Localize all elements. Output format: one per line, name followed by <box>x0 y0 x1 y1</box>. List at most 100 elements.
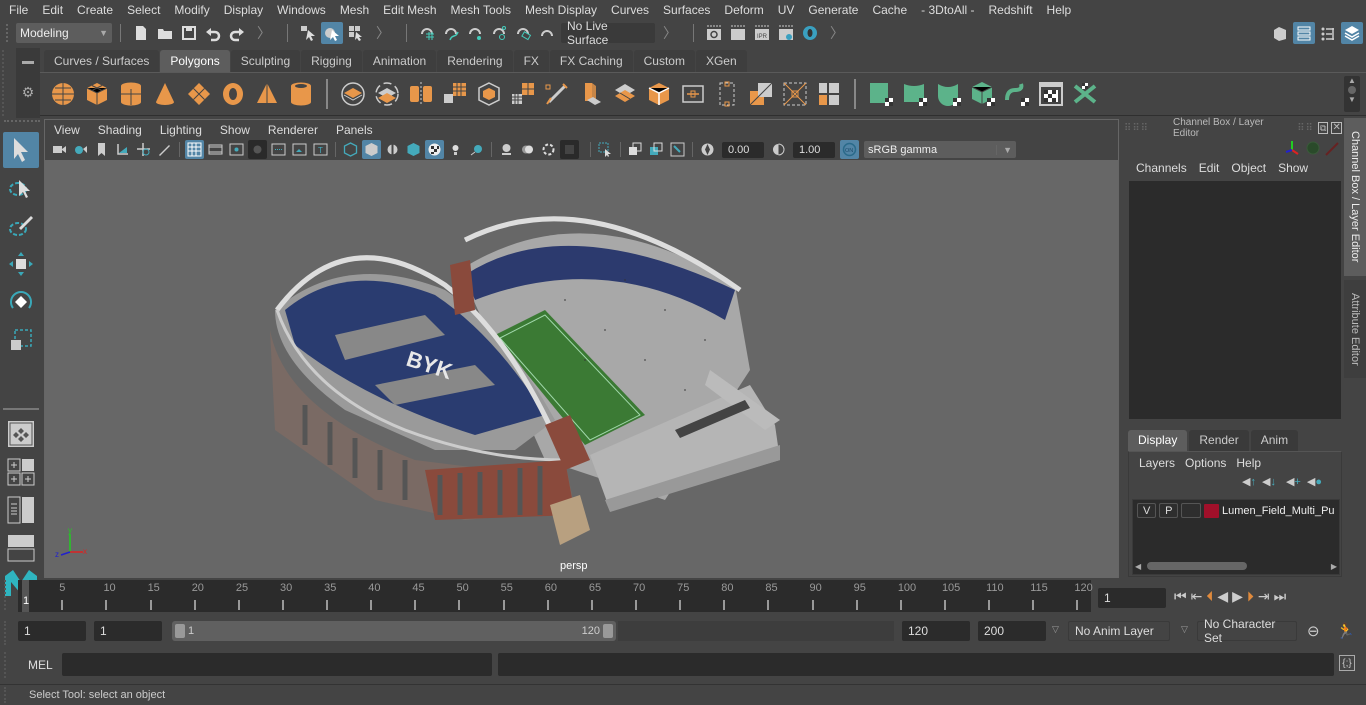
layer-tab-render[interactable]: Render <box>1189 430 1249 451</box>
film-gate-icon[interactable] <box>206 140 225 159</box>
layer-visibility-toggle[interactable]: V <box>1137 503 1157 518</box>
spherical-uv-icon[interactable] <box>1070 78 1100 110</box>
viewport-menu-lighting[interactable]: Lighting <box>151 123 211 137</box>
cylindrical-uv-icon[interactable] <box>1036 78 1066 110</box>
shelf-tab-fx-caching[interactable]: FX Caching <box>549 50 633 72</box>
menu-edit-mesh[interactable]: Edit Mesh <box>376 0 443 20</box>
viewport-3d-scene[interactable]: BYK y x z persp <box>45 160 1118 578</box>
shelf-scroll[interactable]: ▲ ▼ <box>1344 76 1360 112</box>
toolbox-grip[interactable] <box>4 120 40 126</box>
channel-box-toggle-icon[interactable] <box>1341 22 1363 44</box>
outliner-persp-layout[interactable] <box>3 492 39 528</box>
shelf-grip[interactable] <box>2 50 12 116</box>
playback-end-field[interactable]: 120 <box>902 621 970 641</box>
shadows-icon[interactable] <box>467 140 486 159</box>
play-forward-icon[interactable]: ▶ <box>1232 588 1243 605</box>
range-grip[interactable] <box>4 621 14 645</box>
scroll-left-icon[interactable]: ◀ <box>1135 562 1141 571</box>
select-hierarchy-icon[interactable] <box>297 22 319 44</box>
menu-display[interactable]: Display <box>217 0 270 20</box>
side-tab-attribute-editor[interactable]: Attribute Editor <box>1344 280 1366 378</box>
gamma-field[interactable]: 1.00 <box>793 141 835 158</box>
viewport-menu-renderer[interactable]: Renderer <box>259 123 327 137</box>
stadium-model[interactable]: BYK <box>45 160 1118 578</box>
viewport-menu-panels[interactable]: Panels <box>327 123 382 137</box>
menu-uv[interactable]: UV <box>771 0 802 20</box>
anim-layer-dropdown[interactable]: No Anim Layer <box>1068 621 1170 641</box>
current-frame-field[interactable]: 1 <box>1098 588 1166 608</box>
color-space-dropdown[interactable]: sRGB gamma ▼ <box>864 141 1016 158</box>
animation-end-field[interactable]: 200 <box>978 621 1046 641</box>
wireframe-icon[interactable] <box>341 140 360 159</box>
channel-box-menu-show[interactable]: Show <box>1272 161 1314 175</box>
step-back-key-icon[interactable]: ⇤ <box>1191 588 1203 605</box>
exposure-icon[interactable] <box>698 140 717 159</box>
quadrangulate-icon[interactable] <box>934 78 964 110</box>
timeline-grip[interactable] <box>4 580 14 610</box>
shelf-tab-rendering[interactable]: Rendering <box>437 50 513 72</box>
separate-icon[interactable] <box>372 78 402 110</box>
select-component-icon[interactable] <box>345 22 367 44</box>
select-object-icon[interactable] <box>321 22 343 44</box>
menu-windows[interactable]: Windows <box>270 0 333 20</box>
poly-cone-icon[interactable] <box>150 78 180 110</box>
shelf-tab-fx[interactable]: FX <box>513 50 549 72</box>
shelf-tab-sculpting[interactable]: Sculpting <box>230 50 301 72</box>
smooth-icon[interactable] <box>440 78 470 110</box>
move-tool[interactable] <box>3 246 39 282</box>
menu-surfaces[interactable]: Surfaces <box>656 0 717 20</box>
live-surface-field[interactable]: No Live Surface <box>561 19 655 47</box>
gamma-icon[interactable] <box>769 140 788 159</box>
channel-box-manip-icons[interactable] <box>1284 139 1342 157</box>
shelf-settings-gear-icon[interactable]: ⚙ <box>16 84 40 101</box>
use-all-lights-icon[interactable] <box>446 140 465 159</box>
float-panel-icon[interactable]: ⧉ <box>1317 122 1329 134</box>
redo-icon[interactable] <box>226 22 248 44</box>
attribute-editor-toggle-icon[interactable] <box>1293 22 1315 44</box>
target-weld-icon[interactable] <box>746 78 776 110</box>
isolate-select-icon[interactable] <box>497 140 516 159</box>
layer-row[interactable]: V P Lumen_Field_Multi_Pu <box>1133 500 1339 521</box>
layer-playback-toggle[interactable]: P <box>1159 503 1179 518</box>
mode-dropdown[interactable]: Modeling ▼ <box>16 23 112 43</box>
safe-title-icon[interactable]: T <box>311 140 330 159</box>
go-to-start-icon[interactable]: ⏮ <box>1174 588 1187 605</box>
channel-box-menu-edit[interactable]: Edit <box>1193 161 1226 175</box>
new-scene-icon[interactable] <box>130 22 152 44</box>
new-layer-selected-icon[interactable]: ◀● <box>1307 475 1322 488</box>
menu-mesh-tools[interactable]: Mesh Tools <box>444 0 518 20</box>
poly-cylinder-icon[interactable] <box>116 78 146 110</box>
animation-start-field[interactable]: 1 <box>18 621 86 641</box>
textured-icon[interactable] <box>425 140 444 159</box>
ipr-render-icon[interactable]: IPR <box>751 22 773 44</box>
make-live-icon[interactable] <box>536 22 558 44</box>
scrollbar-thumb[interactable] <box>1147 562 1248 570</box>
save-scene-icon[interactable] <box>178 22 200 44</box>
modeling-toolkit-icon[interactable] <box>1269 22 1291 44</box>
shelf-tab-rigging[interactable]: Rigging <box>301 50 362 72</box>
script-editor-icon[interactable]: {;} <box>1339 655 1355 671</box>
exposure-field[interactable]: 0.00 <box>722 141 764 158</box>
channel-box-menu-channels[interactable]: Channels <box>1130 161 1193 175</box>
channel-list[interactable] <box>1129 181 1341 419</box>
viewport-menu-view[interactable]: View <box>45 123 89 137</box>
render-view-icon[interactable] <box>703 22 725 44</box>
mirror-icon[interactable] <box>406 78 436 110</box>
field-chart-icon[interactable] <box>269 140 288 159</box>
shade-selected-icon[interactable] <box>383 140 402 159</box>
poly-pipe-icon[interactable] <box>286 78 316 110</box>
animation-preferences-icon[interactable]: 🏃 <box>1336 622 1355 640</box>
poly-cube-icon[interactable] <box>82 78 112 110</box>
auto-key-icon[interactable]: ⊖ <box>1307 622 1320 640</box>
layer-color-swatch[interactable] <box>1203 503 1220 518</box>
bridge-icon[interactable] <box>610 78 640 110</box>
menu-deform[interactable]: Deform <box>717 0 770 20</box>
shelf-menu-icon[interactable] <box>22 61 34 64</box>
snap-curve-icon[interactable] <box>440 22 462 44</box>
character-set-dropdown[interactable]: No Character Set <box>1197 617 1297 645</box>
shelf-tab-xgen[interactable]: XGen <box>695 50 747 72</box>
menu-select[interactable]: Select <box>120 0 167 20</box>
viewport-menu-show[interactable]: Show <box>211 123 259 137</box>
combine-icon[interactable] <box>338 78 368 110</box>
menu-3dtoall[interactable]: - 3DtoAll - <box>914 0 981 20</box>
